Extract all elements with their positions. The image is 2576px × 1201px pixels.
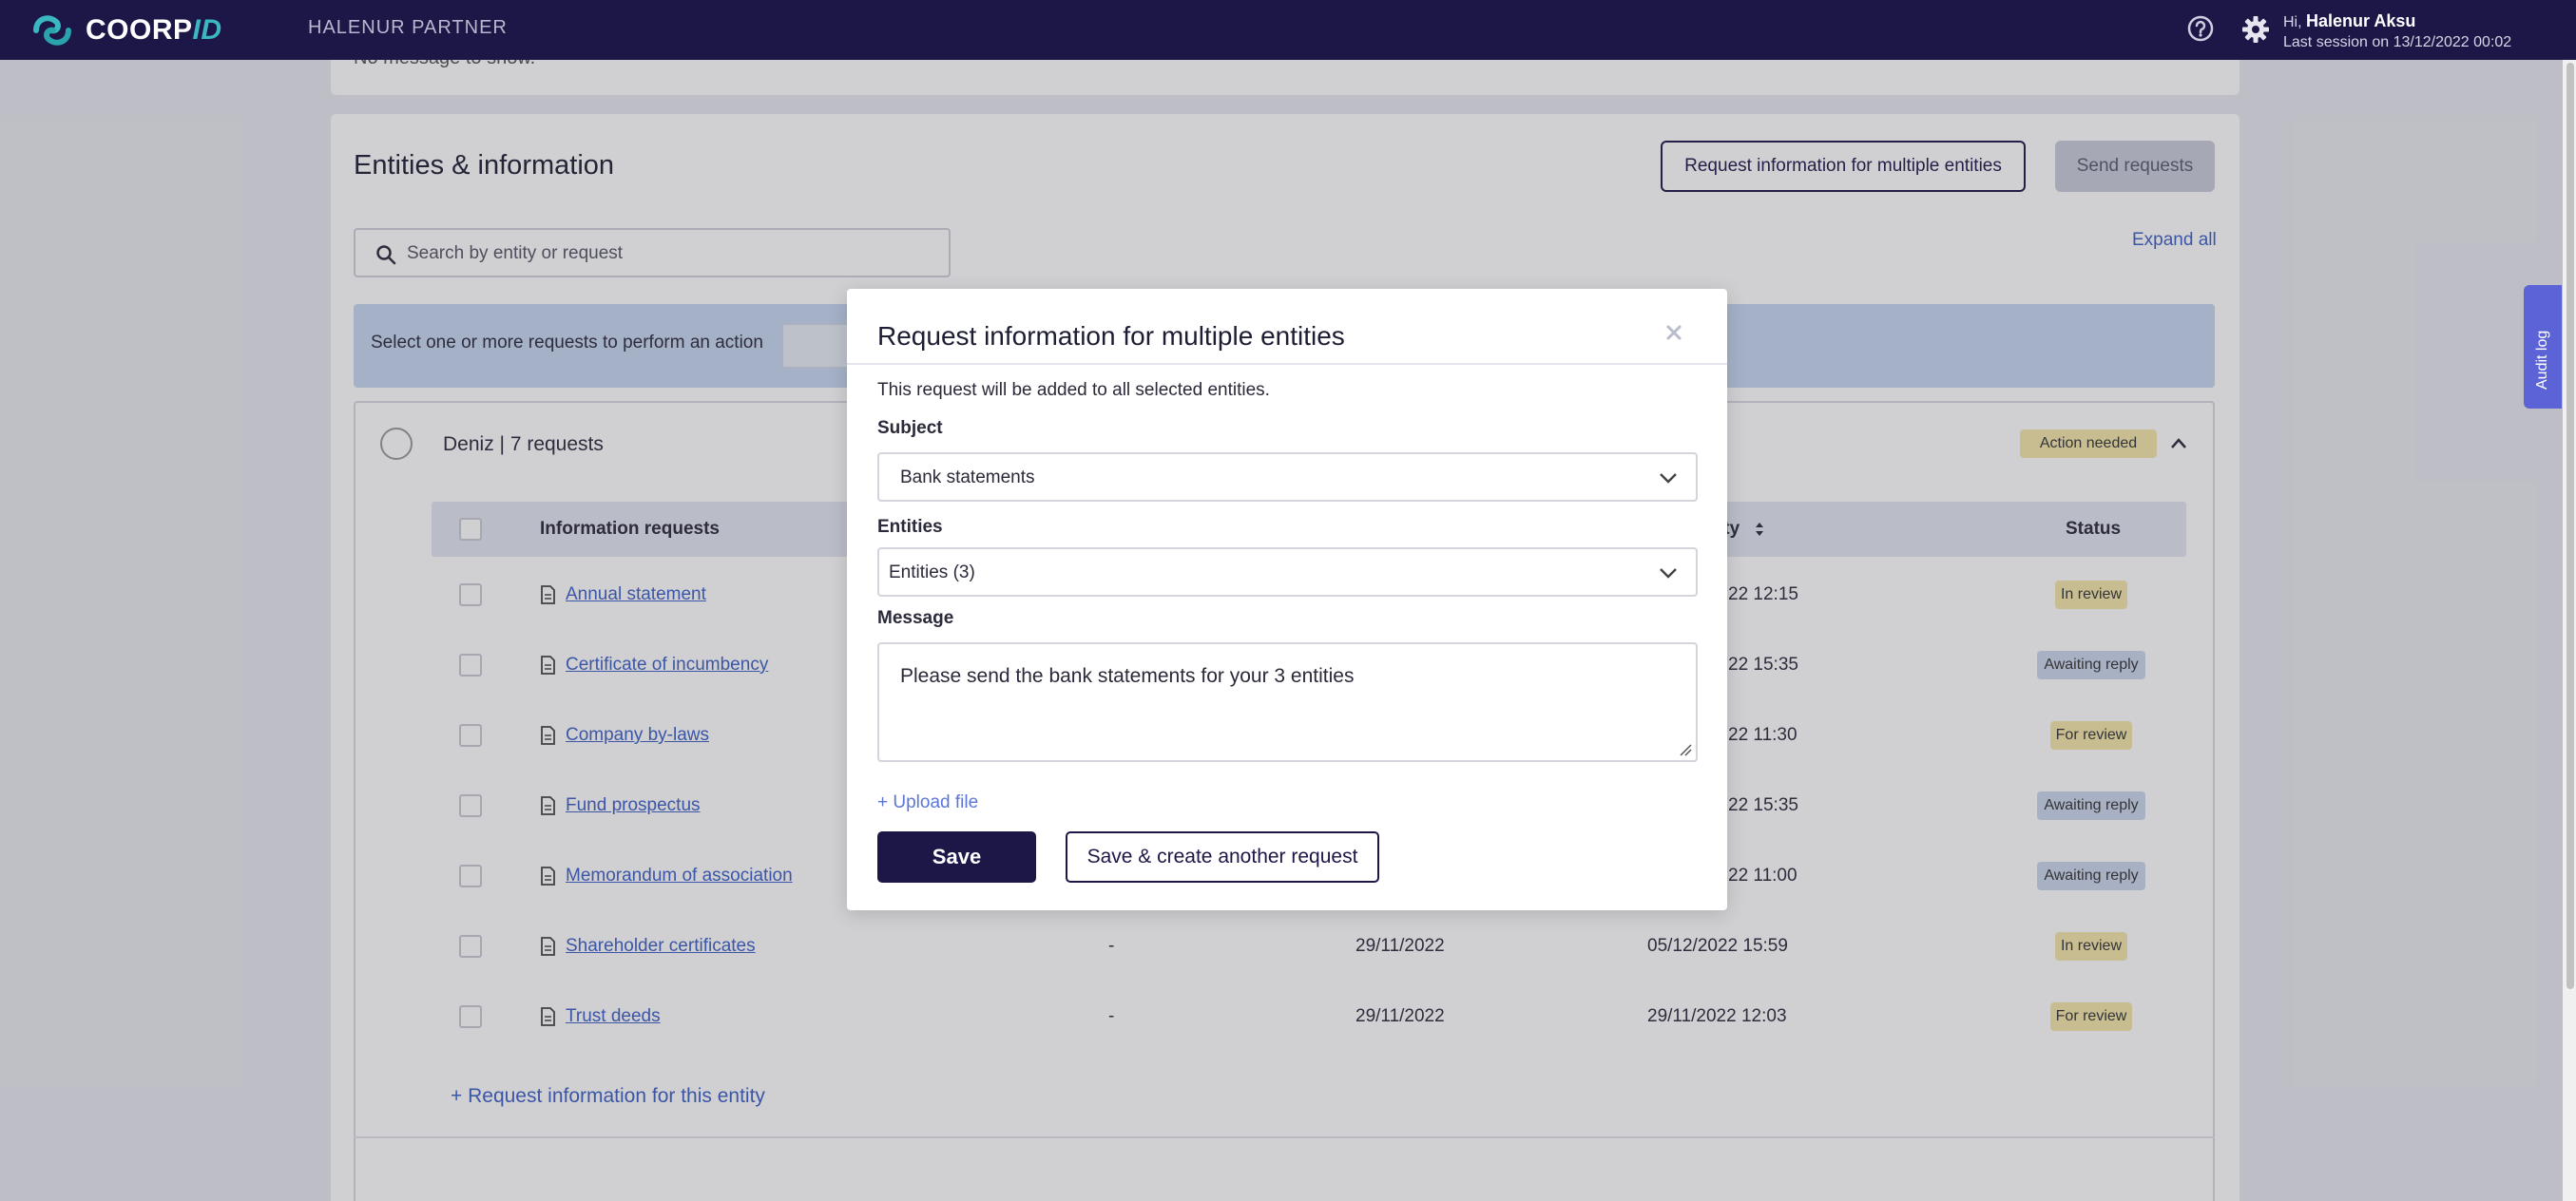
message-textarea[interactable]: Please send the bank statements for your… (877, 642, 1698, 762)
save-button[interactable]: Save (877, 831, 1036, 883)
user-info[interactable]: Hi, Halenur Aksu Last session on 13/12/2… (2283, 11, 2511, 52)
logo[interactable]: COORPID (29, 10, 222, 51)
save-and-create-another-button[interactable]: Save & create another request (1066, 831, 1379, 883)
user-name: Halenur Aksu (2306, 11, 2416, 30)
modal-description: This request will be added to all select… (877, 380, 1270, 400)
close-icon[interactable] (1664, 323, 1683, 342)
greeting: Hi, (2283, 14, 2302, 30)
subject-label: Subject (877, 418, 943, 438)
audit-log-label: Audit log (2534, 330, 2550, 390)
audit-log-tab[interactable]: Audit log (2524, 285, 2562, 409)
help-icon[interactable] (2186, 14, 2215, 43)
upload-file-link[interactable]: + Upload file (877, 792, 978, 813)
modal-title: Request information for multiple entitie… (877, 321, 1345, 351)
message-value: Please send the bank statements for your… (900, 665, 1355, 687)
subject-select[interactable]: Bank statements (877, 452, 1698, 502)
last-session: Last session on 13/12/2022 00:02 (2283, 34, 2512, 50)
message-label: Message (877, 608, 954, 628)
chevron-down-icon (1660, 568, 1677, 579)
resize-handle-icon[interactable] (1679, 743, 1692, 756)
top-bar: COORPID HALENUR PARTNER Hi, Halenur Aksu… (0, 0, 2576, 60)
coorpid-logo-icon (33, 15, 71, 46)
scrollbar-thumb[interactable] (2566, 63, 2574, 989)
entities-label: Entities (877, 517, 943, 537)
subject-value: Bank statements (900, 467, 1035, 487)
settings-gear-icon[interactable] (2240, 14, 2271, 45)
chevron-down-icon (1660, 473, 1677, 484)
entities-value: Entities (3) (889, 562, 975, 582)
request-modal: Request information for multiple entitie… (847, 289, 1727, 910)
partner-label: HALENUR PARTNER (308, 17, 508, 38)
modal-divider (847, 363, 1727, 365)
logo-text: COORPID (86, 14, 222, 46)
entities-select[interactable]: Entities (3) (877, 547, 1698, 597)
